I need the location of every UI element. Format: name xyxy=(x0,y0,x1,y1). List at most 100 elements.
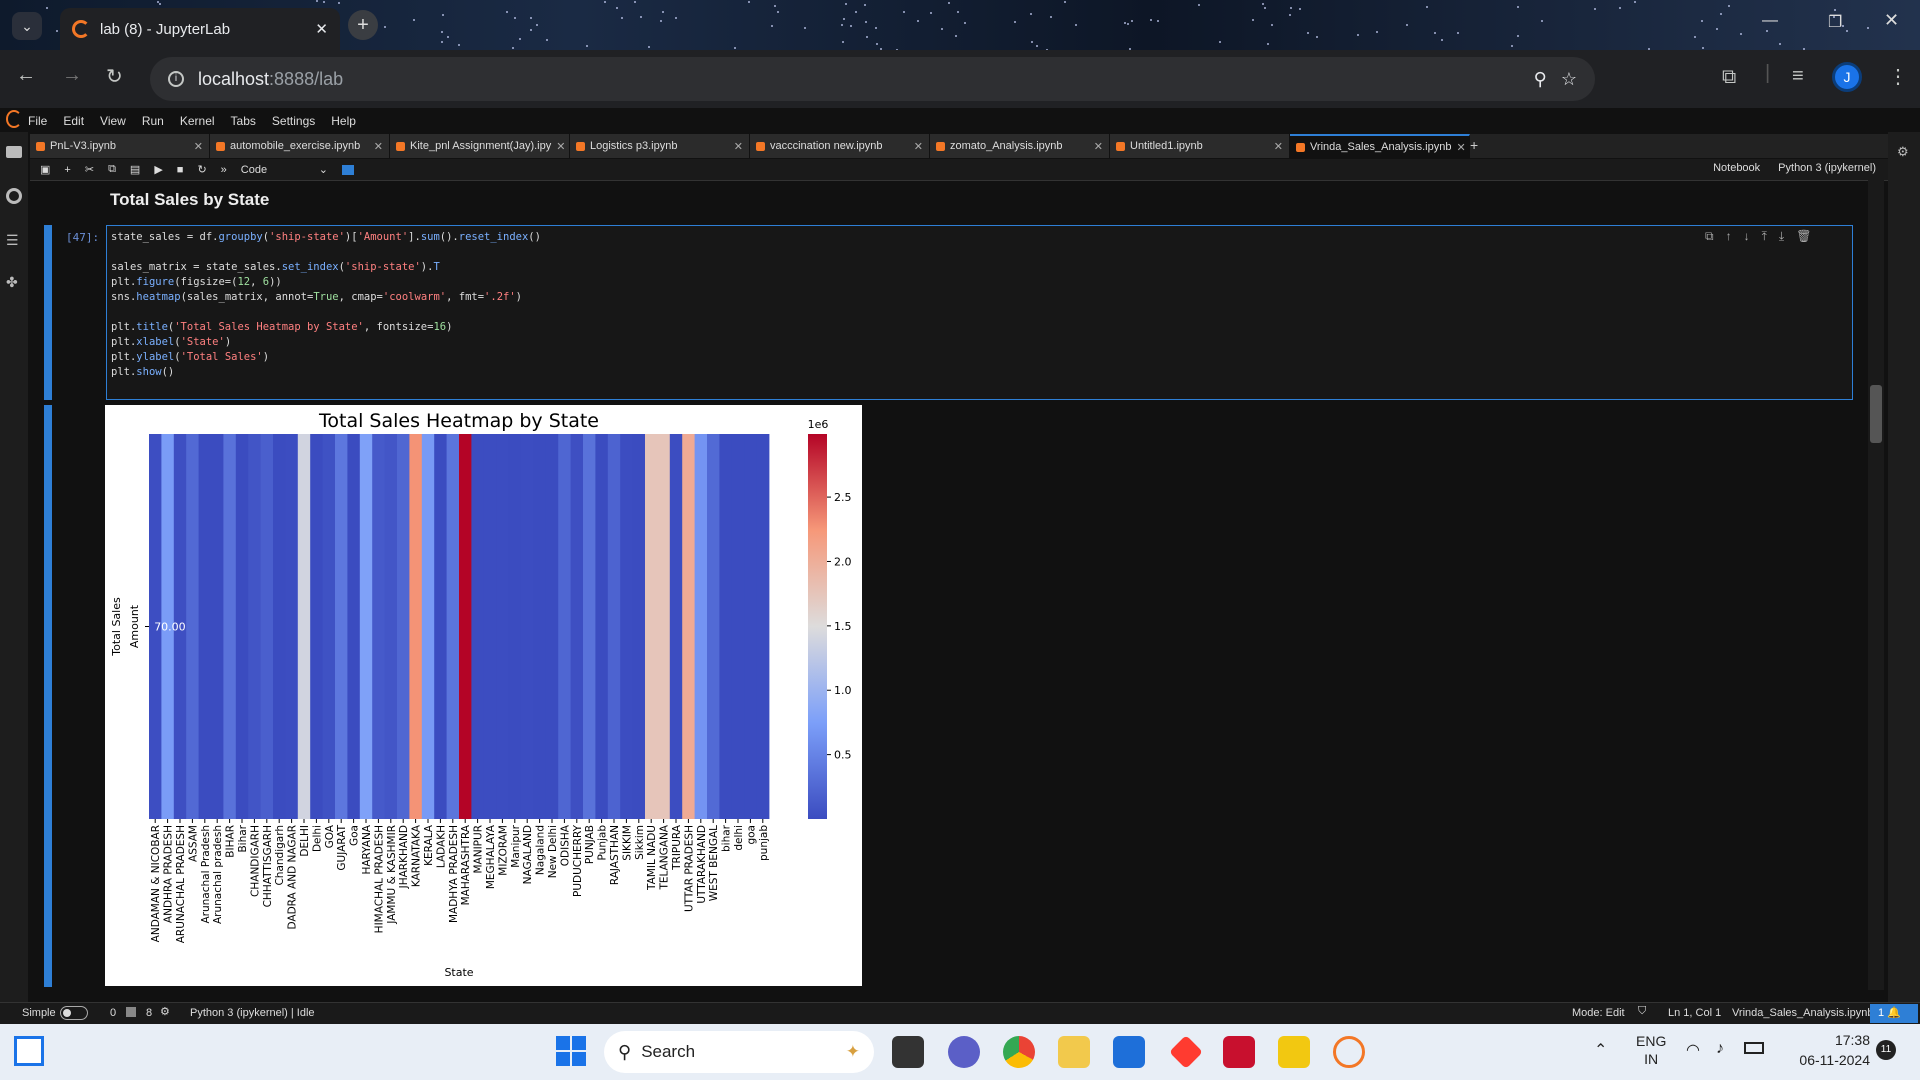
extensions-icon[interactable]: ⧉ xyxy=(1722,66,1736,89)
tab-search-dropdown-icon[interactable]: ⌄ xyxy=(12,12,42,40)
running-kernels-icon[interactable] xyxy=(6,188,22,204)
notebook-tab[interactable]: Untitled1.ipynb ✕ xyxy=(1110,134,1290,158)
back-arrow-icon[interactable]: ← xyxy=(16,64,36,87)
reload-icon[interactable]: ↻ xyxy=(106,64,123,89)
property-inspector-icon[interactable]: ⚙ xyxy=(1897,144,1909,160)
debugger-icon[interactable] xyxy=(342,164,355,175)
new-launcher-icon[interactable]: + xyxy=(1470,137,1478,153)
zoom-icon[interactable]: ⚲ xyxy=(1534,69,1547,90)
new-tab-button[interactable]: + xyxy=(348,10,378,40)
cut-icon[interactable]: ✂ xyxy=(85,163,94,176)
notebook-tab[interactable]: automobile_exercise.ipynb ✕ xyxy=(210,134,390,158)
table-of-contents-icon[interactable]: ☰ xyxy=(6,232,19,249)
jupyter-taskbar-icon[interactable] xyxy=(1333,1036,1365,1068)
simple-mode-toggle[interactable] xyxy=(60,1006,88,1020)
close-tab-icon[interactable]: ✕ xyxy=(1456,141,1465,154)
code-line[interactable]: sales_matrix = state_sales.set_index('sh… xyxy=(111,260,541,275)
code-line[interactable]: state_sales = df.groupby('ship-state')['… xyxy=(111,230,541,245)
address-bar[interactable]: i localhost:8888/lab ⚲ ☆ xyxy=(150,57,1595,101)
code-line[interactable] xyxy=(111,245,541,260)
run-all-icon[interactable]: » xyxy=(221,164,227,176)
move-down-icon[interactable]: ↓ xyxy=(1744,229,1750,244)
forward-arrow-icon[interactable]: → xyxy=(62,64,82,87)
mcafee-icon[interactable] xyxy=(1223,1036,1255,1068)
close-tab-icon[interactable]: ✕ xyxy=(734,140,743,153)
code-line[interactable]: plt.figure(figsize=(12, 6)) xyxy=(111,275,541,290)
profile-avatar[interactable]: J xyxy=(1832,62,1862,92)
close-window-icon[interactable]: ✕ xyxy=(1884,10,1899,31)
close-tab-icon[interactable]: ✕ xyxy=(315,20,328,38)
scrollbar-thumb[interactable] xyxy=(1870,385,1882,443)
code-source[interactable]: state_sales = df.groupby('ship-state')['… xyxy=(111,230,541,380)
terminals-count[interactable]: 0 xyxy=(110,1007,116,1019)
extensions-puzzle-icon[interactable]: ✤ xyxy=(6,274,18,291)
insert-above-icon[interactable]: ⤒ xyxy=(1762,229,1767,244)
close-tab-icon[interactable]: ✕ xyxy=(1274,140,1283,153)
close-tab-icon[interactable]: ✕ xyxy=(914,140,923,153)
output-collapser[interactable] xyxy=(44,405,52,987)
kernels-count[interactable]: 8 xyxy=(146,1007,152,1019)
cursor-position[interactable]: Ln 1, Col 1 xyxy=(1668,1007,1721,1019)
code-line[interactable] xyxy=(111,305,541,320)
teams-chat-icon[interactable] xyxy=(948,1036,980,1068)
microsoft-store-icon[interactable] xyxy=(1113,1036,1145,1068)
file-explorer-icon[interactable] xyxy=(1058,1036,1090,1068)
menu-run[interactable]: Run xyxy=(142,114,164,128)
notification-count-badge[interactable]: 11 xyxy=(1876,1040,1896,1060)
browser-tab-active[interactable]: lab (8) - JupyterLab ✕ xyxy=(60,8,340,50)
taskbar-search[interactable]: ⚲ Search ✦ xyxy=(604,1031,874,1073)
stop-icon[interactable]: ■ xyxy=(177,164,184,176)
paste-icon[interactable]: ▤ xyxy=(130,163,140,176)
menu-file[interactable]: File xyxy=(28,114,47,128)
code-line[interactable]: plt.show() xyxy=(111,365,541,380)
chevron-down-icon[interactable]: ⌄ xyxy=(319,163,328,176)
notebook-tab[interactable]: Vrinda_Sales_Analysis.ipynb ✕ xyxy=(1290,134,1470,158)
site-info-icon[interactable]: i xyxy=(168,71,184,87)
restore-window-icon[interactable]: ❐ xyxy=(1828,12,1842,32)
notebook-tab[interactable]: PnL-V3.ipynb ✕ xyxy=(30,134,210,158)
insert-below-icon[interactable]: ⤓ xyxy=(1779,229,1784,244)
code-line[interactable]: plt.title('Total Sales Heatmap by State'… xyxy=(111,320,541,335)
notebook-label[interactable]: Notebook xyxy=(1713,162,1760,174)
menu-edit[interactable]: Edit xyxy=(63,114,84,128)
notebook-tab[interactable]: Logistics p3.ipynb ✕ xyxy=(570,134,750,158)
close-tab-icon[interactable]: ✕ xyxy=(1094,140,1103,153)
run-icon[interactable]: ▶ xyxy=(154,163,162,176)
kernel-status[interactable]: Python 3 (ipykernel) | Idle xyxy=(190,1007,315,1019)
duplicate-cell-icon[interactable]: ⧉ xyxy=(1705,229,1714,244)
move-up-icon[interactable]: ↑ xyxy=(1726,229,1732,244)
battery-icon[interactable] xyxy=(1744,1042,1764,1054)
show-hidden-icons-icon[interactable]: ⌃ xyxy=(1594,1040,1607,1060)
language-indicator[interactable]: ENG IN xyxy=(1636,1032,1666,1068)
insert-cell-icon[interactable]: + xyxy=(64,164,70,176)
notebook-tab[interactable]: vacccination new.ipynb ✕ xyxy=(750,134,930,158)
start-windows-icon[interactable] xyxy=(556,1036,586,1066)
wifi-icon[interactable]: ◠ xyxy=(1686,1040,1700,1060)
notebook-tab[interactable]: Kite_pnl Assignment(Jay).ipy ✕ xyxy=(390,134,570,158)
notebook-scrollbar[interactable] xyxy=(1868,180,1884,990)
code-line[interactable]: plt.xlabel('State') xyxy=(111,335,541,350)
copy-icon[interactable]: ⧉ xyxy=(108,163,116,176)
close-tab-icon[interactable]: ✕ xyxy=(556,140,565,153)
close-tab-icon[interactable]: ✕ xyxy=(374,140,383,153)
bookmark-star-icon[interactable]: ☆ xyxy=(1561,69,1577,90)
cell-collapser[interactable] xyxy=(44,225,52,400)
browser-menu-icon[interactable]: ⋮ xyxy=(1888,64,1908,89)
clock[interactable]: 17:38 06-11-2024 xyxy=(1780,1030,1870,1070)
widgets-icon[interactable] xyxy=(14,1036,44,1066)
menu-settings[interactable]: Settings xyxy=(272,114,315,128)
menu-view[interactable]: View xyxy=(100,114,126,128)
cell-type-select[interactable]: Code xyxy=(241,164,305,176)
save-icon[interactable]: ▣ xyxy=(40,163,50,176)
delete-cell-icon[interactable]: 🗑 xyxy=(1796,229,1811,244)
file-browser-icon[interactable] xyxy=(6,146,22,158)
code-line[interactable]: sns.heatmap(sales_matrix, annot=True, cm… xyxy=(111,290,541,305)
notification-badge[interactable]: 1 🔔 xyxy=(1870,1004,1918,1023)
media-controls-icon[interactable]: ≡ xyxy=(1792,65,1804,88)
menu-help[interactable]: Help xyxy=(331,114,356,128)
chrome-icon[interactable] xyxy=(1003,1036,1035,1068)
volume-icon[interactable]: ♪ xyxy=(1716,1040,1724,1058)
power-bi-icon[interactable] xyxy=(1278,1036,1310,1068)
minimize-window-icon[interactable]: — xyxy=(1762,12,1778,30)
restart-icon[interactable]: ↻ xyxy=(197,163,206,176)
